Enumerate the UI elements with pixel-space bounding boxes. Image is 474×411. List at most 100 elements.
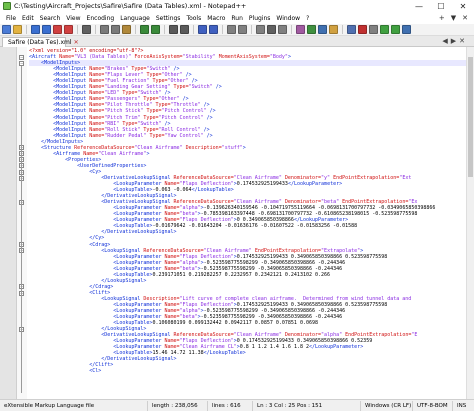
- doc-map-icon[interactable]: [307, 25, 316, 34]
- vertical-scrollbar-thumb[interactable]: [468, 57, 473, 177]
- code-token-val: "Switch": [188, 84, 216, 91]
- replace-icon[interactable]: [180, 25, 189, 34]
- close-doc-icon[interactable]: ✕: [462, 14, 468, 22]
- code-token-text: -0.01679642 -0.01643204 -0.01636176 -0.0…: [152, 223, 358, 230]
- folder-workspace-icon[interactable]: [329, 25, 338, 34]
- menu-search[interactable]: Search: [37, 15, 64, 22]
- line-number-gutter: [0, 47, 17, 399]
- code-token-attr: MomentAxisSystem=: [218, 54, 270, 61]
- menu-window[interactable]: Window: [273, 15, 303, 22]
- title-bar: C:\Testing\Aircraft_Projects\Safire\Safi…: [0, 0, 474, 12]
- menu-help[interactable]: ?: [303, 15, 312, 22]
- code-token-text: 0.174532925199433: [236, 181, 288, 188]
- menu-file[interactable]: File: [3, 15, 19, 22]
- toolbar-separator: [222, 25, 223, 34]
- tab-close-icon[interactable]: ✕: [74, 39, 79, 46]
- zoom-out-icon[interactable]: [209, 25, 218, 34]
- menu-view[interactable]: View: [63, 15, 83, 22]
- code-token-val: "Ext: [399, 174, 412, 181]
- stop-macro-icon[interactable]: [369, 25, 378, 34]
- code-token-tag: </LookupParameter>: [287, 181, 343, 188]
- redo-icon[interactable]: [151, 25, 160, 34]
- code-token-text: 0.106080199 0.099132442 0.0942117 0.0857…: [152, 320, 319, 327]
- code-token-attr: ForceAxisSystem=: [134, 54, 183, 61]
- word-wrap-icon[interactable]: [256, 25, 265, 34]
- open-file-icon[interactable]: [13, 25, 22, 34]
- record-macro-icon[interactable]: [358, 25, 367, 34]
- all-chars-icon[interactable]: [267, 25, 276, 34]
- cut-icon[interactable]: [100, 25, 109, 34]
- paste-icon[interactable]: [122, 25, 131, 34]
- close-window-button[interactable]: ✕: [452, 0, 474, 12]
- fold-toggle-icon[interactable]: −: [19, 54, 24, 60]
- toolbar-separator: [135, 25, 136, 34]
- code-token-tag: >: [242, 144, 246, 151]
- close-all-icon[interactable]: [64, 25, 73, 34]
- notepad-plus-plus-icon: [3, 2, 11, 10]
- tab-bar: Safire (Data Tes).xml ✕ ◀▶✕: [0, 36, 474, 47]
- code-token-tag: />: [206, 114, 213, 121]
- toolbar-separator: [342, 25, 343, 34]
- status-filetype: eXtensible Markup Language file: [0, 400, 148, 411]
- code-token-val: "stuff": [221, 144, 243, 151]
- status-position: Ln : 3 Col : 25 Pos : 151: [253, 400, 361, 411]
- udl-icon[interactable]: [296, 25, 305, 34]
- copy-icon[interactable]: [111, 25, 120, 34]
- code-token-tag: >: [146, 150, 150, 157]
- toolbar-separator: [291, 25, 292, 34]
- fold-toggle-icon[interactable]: −: [19, 60, 24, 66]
- tab-scroll-arrows[interactable]: ◀▶✕: [442, 37, 468, 45]
- status-eol: Windows (CR LF): [361, 400, 413, 411]
- code-token-attr: Description=: [185, 144, 222, 151]
- save-icon[interactable]: [31, 25, 40, 34]
- status-length: length : 238,056: [148, 400, 208, 411]
- menu-encoding[interactable]: Encoding: [84, 15, 118, 22]
- menu-settings[interactable]: Settings: [153, 15, 184, 22]
- menu-macro[interactable]: Macro: [204, 15, 228, 22]
- close-icon[interactable]: [53, 25, 62, 34]
- save-all-icon[interactable]: [42, 25, 51, 34]
- fold-margin[interactable]: −−−−−−−−−−−−−−: [17, 47, 27, 399]
- toolbar-separator: [95, 25, 96, 34]
- code-token-attr: EndPointExtrapolation=: [333, 174, 400, 181]
- sync-v-icon[interactable]: [227, 25, 236, 34]
- function-list-icon[interactable]: [318, 25, 327, 34]
- play-macro-icon[interactable]: [380, 25, 389, 34]
- undo-icon[interactable]: [140, 25, 149, 34]
- code-editor[interactable]: −−−−−−−−−−−−−− <?xml version="1.0" encod…: [0, 47, 474, 399]
- status-mode: INS: [457, 402, 467, 409]
- minimize-button[interactable]: —: [408, 0, 430, 12]
- menu-run[interactable]: Run: [228, 15, 246, 22]
- menu-bar: File Edit Search View Encoding Language Settin…: [0, 12, 474, 24]
- zoom-in-icon[interactable]: [198, 25, 207, 34]
- run-macro-multiple-icon[interactable]: [391, 25, 400, 34]
- code-token-val: "VL3 (Data Tables)": [74, 54, 135, 61]
- code-token-tag: >: [287, 54, 291, 61]
- code-token-val: "Stability": [182, 54, 219, 61]
- code-token-tag: <Cl>: [89, 368, 102, 375]
- menu-tools[interactable]: Tools: [183, 15, 204, 22]
- tab-list-icon[interactable]: ▼: [451, 14, 456, 22]
- vertical-scrollbar[interactable]: [466, 47, 474, 399]
- code-token-val: "Body": [269, 54, 288, 61]
- code-token-tag: />: [206, 132, 213, 139]
- toolbar-separator: [193, 25, 194, 34]
- find-icon[interactable]: [169, 25, 178, 34]
- menu-language[interactable]: Language: [117, 15, 153, 22]
- sync-h-icon[interactable]: [238, 25, 247, 34]
- print-icon[interactable]: [82, 25, 91, 34]
- code-line[interactable]: <Cl>: [29, 368, 466, 374]
- new-file-icon[interactable]: [2, 25, 11, 34]
- new-tab-icon[interactable]: +: [439, 14, 445, 22]
- code-lines[interactable]: <?xml version="1.0" encoding="utf-8"?> <A…: [29, 48, 466, 375]
- status-bar: eXtensible Markup Language file length :…: [0, 399, 474, 411]
- monitor-icon[interactable]: [347, 25, 356, 34]
- save-macro-icon[interactable]: [402, 25, 411, 34]
- indent-guide-icon[interactable]: [278, 25, 287, 34]
- code-token-text: 0.239171051 0.219282257 0.2232957 0.2342…: [152, 271, 331, 278]
- menu-edit[interactable]: Edit: [19, 15, 37, 22]
- tab-safire-data-tables[interactable]: Safire (Data Tes).xml ✕: [2, 37, 79, 47]
- maximize-button[interactable]: ☐: [430, 0, 452, 12]
- toolbar-separator: [26, 25, 27, 34]
- menu-plugins[interactable]: Plugins: [246, 15, 274, 22]
